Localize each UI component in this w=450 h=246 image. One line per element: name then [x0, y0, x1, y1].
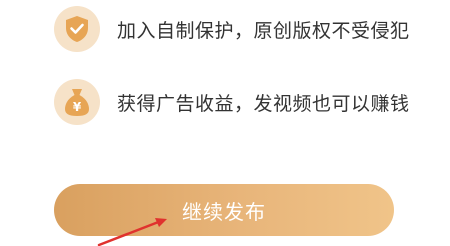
yen-glyph: ¥: [73, 100, 82, 114]
benefit-item-ad-revenue: ¥ 获得广告收益，发视频也可以赚钱: [54, 79, 410, 125]
continue-publish-label: 继续发布: [182, 199, 266, 224]
benefit-text: 加入自制保护，原创版权不受侵犯: [117, 19, 410, 42]
publish-benefits-panel: 加入自制保护，原创版权不受侵犯 ¥ 获得广告收益，发视频也可以赚钱 继续发布: [0, 0, 450, 246]
benefit-text: 获得广告收益，发视频也可以赚钱: [117, 92, 410, 115]
annotation-arrow-icon: [97, 218, 167, 246]
shield-check-icon: [54, 6, 100, 52]
money-bag-icon: ¥: [54, 79, 100, 125]
benefit-item-copyright: 加入自制保护，原创版权不受侵犯: [54, 6, 410, 52]
